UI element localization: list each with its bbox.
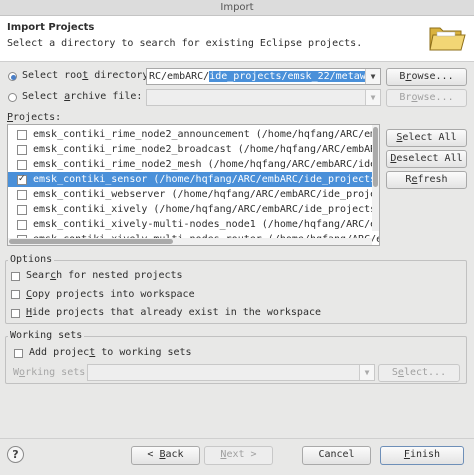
hide-existing-label: Hide projects that already exist in the … xyxy=(26,307,322,318)
archive-file-combo[interactable]: ▼ xyxy=(146,89,381,106)
project-name: emsk_contiki_rime_node2_mesh (/home/hqfa… xyxy=(33,159,379,170)
chevron-down-icon[interactable]: ▼ xyxy=(365,90,380,105)
copy-projects-checkbox[interactable] xyxy=(11,290,20,299)
project-checkbox[interactable] xyxy=(17,145,27,155)
wizard-title: Import Projects xyxy=(7,22,95,33)
select-working-sets-button[interactable]: Select... xyxy=(378,364,460,382)
project-checkbox[interactable] xyxy=(17,220,27,230)
list-item[interactable]: emsk_contiki_xively (/home/hqfang/ARC/em… xyxy=(8,202,379,217)
list-item[interactable]: emsk_contiki_sensor (/home/hqfang/ARC/em… xyxy=(8,172,379,187)
project-name: emsk_contiki_rime_node2_broadcast (/home… xyxy=(33,144,380,155)
working-sets-title: Working sets xyxy=(8,330,85,341)
root-directory-selected-text: ide_projects/emsk_22/metaware xyxy=(209,71,380,82)
root-directory-combo[interactable]: RC/embARC/ide_projects/emsk_22/metaware … xyxy=(146,68,381,85)
working-sets-label: Working sets: xyxy=(13,367,92,378)
list-item[interactable]: emsk_contiki_rime_node2_broadcast (/home… xyxy=(8,142,379,157)
projects-label: Projects: xyxy=(7,112,62,123)
list-item[interactable]: emsk_contiki_rime_node2_announcement (/h… xyxy=(8,127,379,142)
browse-archive-button[interactable]: Browse... xyxy=(386,89,467,107)
finish-button[interactable]: Finish xyxy=(380,446,464,465)
working-sets-combo[interactable]: ▼ xyxy=(87,364,375,381)
archive-file-label: Select archive file: xyxy=(22,91,143,102)
project-checkbox[interactable] xyxy=(17,172,27,187)
next-button[interactable]: Next > xyxy=(204,446,273,465)
window-title: Import xyxy=(0,0,474,16)
select-all-button[interactable]: Select All xyxy=(386,129,467,147)
options-title: Options xyxy=(8,254,55,265)
hide-existing-checkbox[interactable] xyxy=(11,309,20,318)
archive-file-radio[interactable] xyxy=(8,93,17,102)
chevron-down-icon[interactable]: ▼ xyxy=(359,365,374,380)
list-item[interactable]: emsk_contiki_webserver (/home/hqfang/ARC… xyxy=(8,187,379,202)
root-directory-label: Select root directory: xyxy=(22,70,155,81)
help-icon[interactable]: ? xyxy=(7,446,24,463)
list-item[interactable]: emsk_contiki_rime_node2_mesh (/home/hqfa… xyxy=(8,157,379,172)
copy-projects-label: Copy projects into workspace xyxy=(26,289,195,300)
project-checkbox[interactable] xyxy=(17,190,27,200)
list-item[interactable]: emsk_contiki_xively-multi-nodes_node1 (/… xyxy=(8,217,379,232)
project-name: emsk_contiki_sensor (/home/hqfang/ARC/em… xyxy=(33,174,380,185)
project-checkbox[interactable] xyxy=(17,160,27,170)
project-name: emsk_contiki_xively-multi-nodes_node1 (/… xyxy=(33,219,380,230)
add-to-working-sets-checkbox[interactable] xyxy=(14,349,23,358)
add-to-working-sets-label: Add project to working sets xyxy=(29,347,192,358)
search-nested-label: Search for nested projects xyxy=(26,270,183,281)
project-name: emsk_contiki_webserver (/home/hqfang/ARC… xyxy=(33,189,380,200)
deselect-all-button[interactable]: Deselect All xyxy=(386,150,467,168)
project-name: emsk_contiki_xively (/home/hqfang/ARC/em… xyxy=(33,204,380,215)
search-nested-checkbox[interactable] xyxy=(11,272,20,281)
back-button[interactable]: < Back xyxy=(131,446,200,465)
project-name: emsk_contiki_rime_node2_announcement (/h… xyxy=(33,129,380,140)
root-directory-value: RC/embARC/ xyxy=(149,71,210,82)
browse-directory-button[interactable]: Browse... xyxy=(386,68,467,86)
horizontal-scrollbar-thumb[interactable] xyxy=(9,239,173,244)
cancel-button[interactable]: Cancel xyxy=(302,446,371,465)
project-checkbox[interactable] xyxy=(17,205,27,215)
chevron-down-icon[interactable]: ▼ xyxy=(365,69,380,84)
refresh-button[interactable]: Refresh xyxy=(386,171,467,189)
open-folder-icon xyxy=(429,27,466,51)
project-checkbox[interactable] xyxy=(17,130,27,140)
root-directory-radio[interactable] xyxy=(8,72,17,81)
wizard-message: Select a directory to search for existin… xyxy=(7,38,363,49)
projects-list[interactable]: emsk_contiki_rime_node2_announcement (/h… xyxy=(7,124,380,246)
vertical-scrollbar-thumb[interactable] xyxy=(373,127,378,187)
